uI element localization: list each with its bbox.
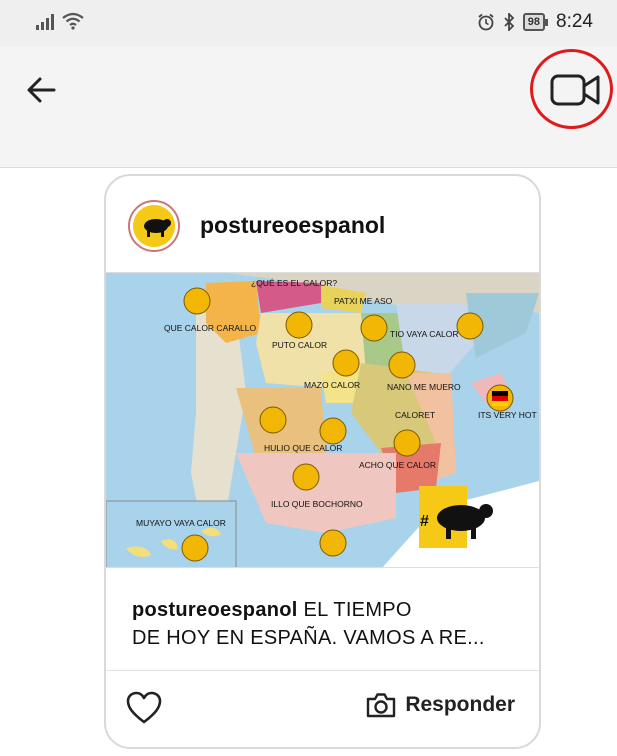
bluetooth-icon bbox=[504, 13, 515, 31]
map-label-galicia: QUE CALOR CARALLO bbox=[164, 323, 256, 333]
sun-icon bbox=[332, 349, 360, 377]
post-image-map[interactable]: # QUE CALOR CARALLO ¿QUÉ ES EL CALOR? PA… bbox=[106, 272, 539, 568]
map-label-pais-vasco: PATXI ME ASO bbox=[334, 296, 393, 306]
clock: 8:24 bbox=[556, 11, 593, 32]
map-label-baleares: ITS VERY HOT bbox=[478, 410, 537, 420]
avatar[interactable] bbox=[128, 200, 180, 252]
sun-icon bbox=[183, 287, 211, 315]
wifi-icon bbox=[62, 12, 84, 30]
status-right: 98 8:24 bbox=[477, 11, 593, 33]
map-label-valencia: CALORET bbox=[395, 410, 435, 420]
sun-icon bbox=[292, 463, 320, 491]
status-bar: 98 8:24 bbox=[0, 0, 617, 46]
sun-icon bbox=[388, 351, 416, 379]
map-label-extremadura: HULIO QUE CALOR bbox=[264, 443, 342, 453]
post-header: postureoespanol bbox=[106, 176, 539, 272]
caption-username[interactable]: postureoespanol bbox=[132, 599, 298, 621]
sun-icon bbox=[393, 429, 421, 457]
cell-signal-icon bbox=[36, 14, 54, 30]
avatar-logo bbox=[133, 205, 175, 247]
reply-label: Responder bbox=[405, 693, 515, 716]
map-label-asturias: ¿QUÉ ES EL CALOR? bbox=[251, 278, 337, 288]
map-label-aragon: TIO VAYA CALOR bbox=[390, 329, 459, 339]
shared-post-card[interactable]: postureoespanol # QUE CALOR CARALLO ¿QUÉ… bbox=[104, 174, 541, 749]
map-label-castilla-leon: PUTO CALOR bbox=[272, 340, 327, 350]
map-label-canarias: MUYAYO VAYA CALOR bbox=[136, 518, 226, 528]
logo-hash: # bbox=[420, 513, 429, 530]
map-label-madrid: MAZO CALOR bbox=[304, 380, 360, 390]
signal-area bbox=[36, 12, 84, 30]
pig-logo-icon bbox=[133, 205, 175, 247]
sun-icon bbox=[456, 312, 484, 340]
caption-text-line2: DE HOY EN ESPAÑA. VAMOS A RE... bbox=[132, 627, 485, 649]
reply-button[interactable]: Responder bbox=[365, 691, 515, 719]
caption-text-line1: EL TIEMPO bbox=[297, 599, 412, 621]
battery-cap bbox=[545, 18, 549, 26]
sun-icon bbox=[181, 534, 209, 562]
highlight-circle bbox=[530, 49, 613, 129]
sun-icon bbox=[360, 314, 388, 342]
top-navigation bbox=[0, 46, 617, 168]
alarm-icon bbox=[478, 13, 494, 31]
battery-indicator: 98 bbox=[522, 13, 546, 31]
map-label-castilla-mancha: NANO ME MUERO bbox=[387, 382, 461, 392]
map-label-andalucia: ILLO QUE BOCHORNO bbox=[271, 499, 363, 509]
sun-icon bbox=[319, 529, 347, 557]
camera-icon bbox=[367, 693, 396, 718]
sun-icon bbox=[259, 406, 287, 434]
spain-weather-map: # QUE CALOR CARALLO ¿QUÉ ES EL CALOR? PA… bbox=[106, 273, 539, 567]
sun-icon bbox=[285, 311, 313, 339]
sun-icon bbox=[319, 417, 347, 445]
back-button[interactable] bbox=[22, 72, 62, 108]
arrow-left-icon bbox=[27, 77, 56, 103]
post-username[interactable]: postureoespanol bbox=[200, 212, 385, 239]
post-caption: postureoespanol EL TIEMPO DE HOY EN ESPA… bbox=[132, 596, 527, 652]
heart-icon bbox=[126, 691, 162, 724]
like-button[interactable] bbox=[126, 691, 162, 725]
map-label-murcia: ACHO QUE CALOR bbox=[359, 460, 436, 470]
post-footer: Responder bbox=[106, 670, 539, 747]
